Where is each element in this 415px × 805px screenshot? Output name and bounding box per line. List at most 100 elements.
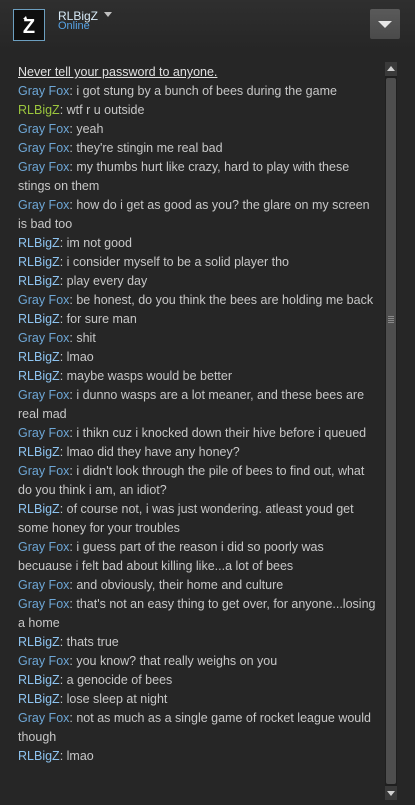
message-text: wtf r u outside bbox=[66, 103, 145, 117]
chat-message: Gray Fox: how do i get as good as you? t… bbox=[18, 196, 380, 234]
chat-message: Gray Fox: yeah bbox=[18, 120, 380, 139]
chat-message: RLBigZ: wtf r u outside bbox=[18, 101, 380, 120]
message-text: a genocide of bees bbox=[66, 673, 173, 687]
chat-message: RLBigZ: lmao bbox=[18, 747, 380, 766]
chat-message: RLBigZ: play every day bbox=[18, 272, 380, 291]
chat-message: Gray Fox: i didn't look through the pile… bbox=[18, 462, 380, 500]
message-text: thats true bbox=[66, 635, 119, 649]
message-sender: Gray Fox bbox=[18, 388, 70, 402]
message-text: they're stingin me real bad bbox=[76, 141, 223, 155]
message-text: i thikn cuz i knocked down their hive be… bbox=[76, 426, 367, 440]
sender-separator: : bbox=[59, 236, 67, 250]
message-text: you know? that really weighs on you bbox=[76, 654, 278, 668]
message-sender: RLBigZ bbox=[18, 502, 60, 516]
message-sender: RLBigZ bbox=[18, 692, 60, 706]
message-sender: RLBigZ bbox=[18, 312, 60, 326]
chat-message: Gray Fox: they're stingin me real bad bbox=[18, 139, 380, 158]
chat-message: RLBigZ: lmao bbox=[18, 348, 380, 367]
chat-message: RLBigZ: thats true bbox=[18, 633, 380, 652]
chat-message: RLBigZ: of course not, i was just wonder… bbox=[18, 500, 380, 538]
chat-message: Gray Fox: that's not an easy thing to ge… bbox=[18, 595, 380, 633]
message-text: maybe wasps would be better bbox=[66, 369, 233, 383]
chat-message: Gray Fox: i dunno wasps are a lot meaner… bbox=[18, 386, 380, 424]
message-sender: Gray Fox bbox=[18, 426, 70, 440]
message-sender: Gray Fox bbox=[18, 160, 70, 174]
message-sender: Gray Fox bbox=[18, 198, 70, 212]
sender-separator: : bbox=[59, 445, 67, 459]
chat-message: Gray Fox: not as much as a single game o… bbox=[18, 709, 380, 747]
message-text: for sure man bbox=[66, 312, 137, 326]
scroll-down-button[interactable] bbox=[385, 786, 397, 800]
message-text: i consider myself to be a solid player t… bbox=[66, 255, 289, 269]
chat-message: Gray Fox: i guess part of the reason i d… bbox=[18, 538, 380, 576]
sender-separator: : bbox=[59, 749, 67, 763]
status-dropdown-icon[interactable] bbox=[104, 12, 112, 17]
chat-message: RLBigZ: for sure man bbox=[18, 310, 380, 329]
scroll-grip-icon bbox=[388, 316, 394, 324]
chat-message: Gray Fox: and obviously, their home and … bbox=[18, 576, 380, 595]
message-text: lmao bbox=[66, 749, 94, 763]
message-sender: Gray Fox bbox=[18, 84, 70, 98]
chat-message: Gray Fox: my thumbs hurt like crazy, har… bbox=[18, 158, 380, 196]
sender-separator: : bbox=[59, 692, 67, 706]
message-sender: RLBigZ bbox=[18, 749, 60, 763]
message-sender: Gray Fox bbox=[18, 122, 70, 136]
message-text: i got stung by a bunch of bees during th… bbox=[76, 84, 337, 98]
message-text: and obviously, their home and culture bbox=[76, 578, 284, 592]
chat-message: RLBigZ: lose sleep at night bbox=[18, 690, 380, 709]
chat-log: Never tell your password to anyone. Gray… bbox=[18, 63, 380, 766]
chat-message: RLBigZ: i consider myself to be a solid … bbox=[18, 253, 380, 272]
message-sender: RLBigZ bbox=[18, 255, 60, 269]
chat-message: Gray Fox: you know? that really weighs o… bbox=[18, 652, 380, 671]
sender-separator: : bbox=[59, 502, 67, 516]
message-sender: RLBigZ bbox=[18, 274, 60, 288]
message-text: lmao bbox=[66, 350, 94, 364]
chat-message: RLBigZ: lmao did they have any honey? bbox=[18, 443, 380, 462]
message-sender: RLBigZ bbox=[18, 350, 60, 364]
chat-header: Z RLBigZ Online bbox=[0, 0, 415, 50]
chat-message: RLBigZ: maybe wasps would be better bbox=[18, 367, 380, 386]
scroll-up-button[interactable] bbox=[385, 62, 397, 76]
message-text: lose sleep at night bbox=[66, 692, 168, 706]
sender-separator: : bbox=[59, 350, 67, 364]
chat-message: Gray Fox: i thikn cuz i knocked down the… bbox=[18, 424, 380, 443]
svg-text:Z: Z bbox=[23, 16, 35, 38]
message-sender: Gray Fox bbox=[18, 331, 70, 345]
chat-message: RLBigZ: im not good bbox=[18, 234, 380, 253]
arrow-up-icon bbox=[387, 66, 395, 71]
sender-separator: : bbox=[59, 673, 67, 687]
message-sender: Gray Fox bbox=[18, 293, 70, 307]
scrollbar-thumb[interactable] bbox=[386, 78, 396, 784]
chat-message: RLBigZ: a genocide of bees bbox=[18, 671, 380, 690]
message-text: be honest, do you think the bees are hol… bbox=[76, 293, 374, 307]
message-text: of course not, i was just wondering. atl… bbox=[18, 502, 354, 535]
avatar[interactable]: Z bbox=[13, 9, 45, 41]
message-sender: Gray Fox bbox=[18, 578, 70, 592]
chevron-down-icon bbox=[378, 21, 392, 28]
message-sender: Gray Fox bbox=[18, 654, 70, 668]
sender-separator: : bbox=[59, 369, 67, 383]
chat-message: Gray Fox: i got stung by a bunch of bees… bbox=[18, 82, 380, 101]
chat-message: Gray Fox: be honest, do you think the be… bbox=[18, 291, 380, 310]
message-sender: RLBigZ bbox=[18, 445, 60, 459]
sender-separator: : bbox=[59, 103, 67, 117]
message-text: play every day bbox=[66, 274, 148, 288]
chat-message: Gray Fox: shit bbox=[18, 329, 380, 348]
arrow-down-icon bbox=[387, 791, 395, 796]
message-sender: RLBigZ bbox=[18, 635, 60, 649]
message-sender: RLBigZ bbox=[18, 369, 60, 383]
message-sender: RLBigZ bbox=[18, 236, 60, 250]
message-list: Gray Fox: i got stung by a bunch of bees… bbox=[18, 82, 380, 766]
message-text: im not good bbox=[66, 236, 132, 250]
password-warning: Never tell your password to anyone. bbox=[18, 65, 218, 79]
message-sender: Gray Fox bbox=[18, 141, 70, 155]
message-sender: Gray Fox bbox=[18, 711, 70, 725]
menu-button[interactable] bbox=[370, 9, 400, 39]
message-sender: Gray Fox bbox=[18, 597, 70, 611]
message-sender: RLBigZ bbox=[18, 673, 60, 687]
message-text: yeah bbox=[76, 122, 104, 136]
sender-separator: : bbox=[59, 635, 67, 649]
message-text: shit bbox=[76, 331, 96, 345]
status-label: Online bbox=[58, 20, 90, 32]
sender-separator: : bbox=[59, 255, 67, 269]
